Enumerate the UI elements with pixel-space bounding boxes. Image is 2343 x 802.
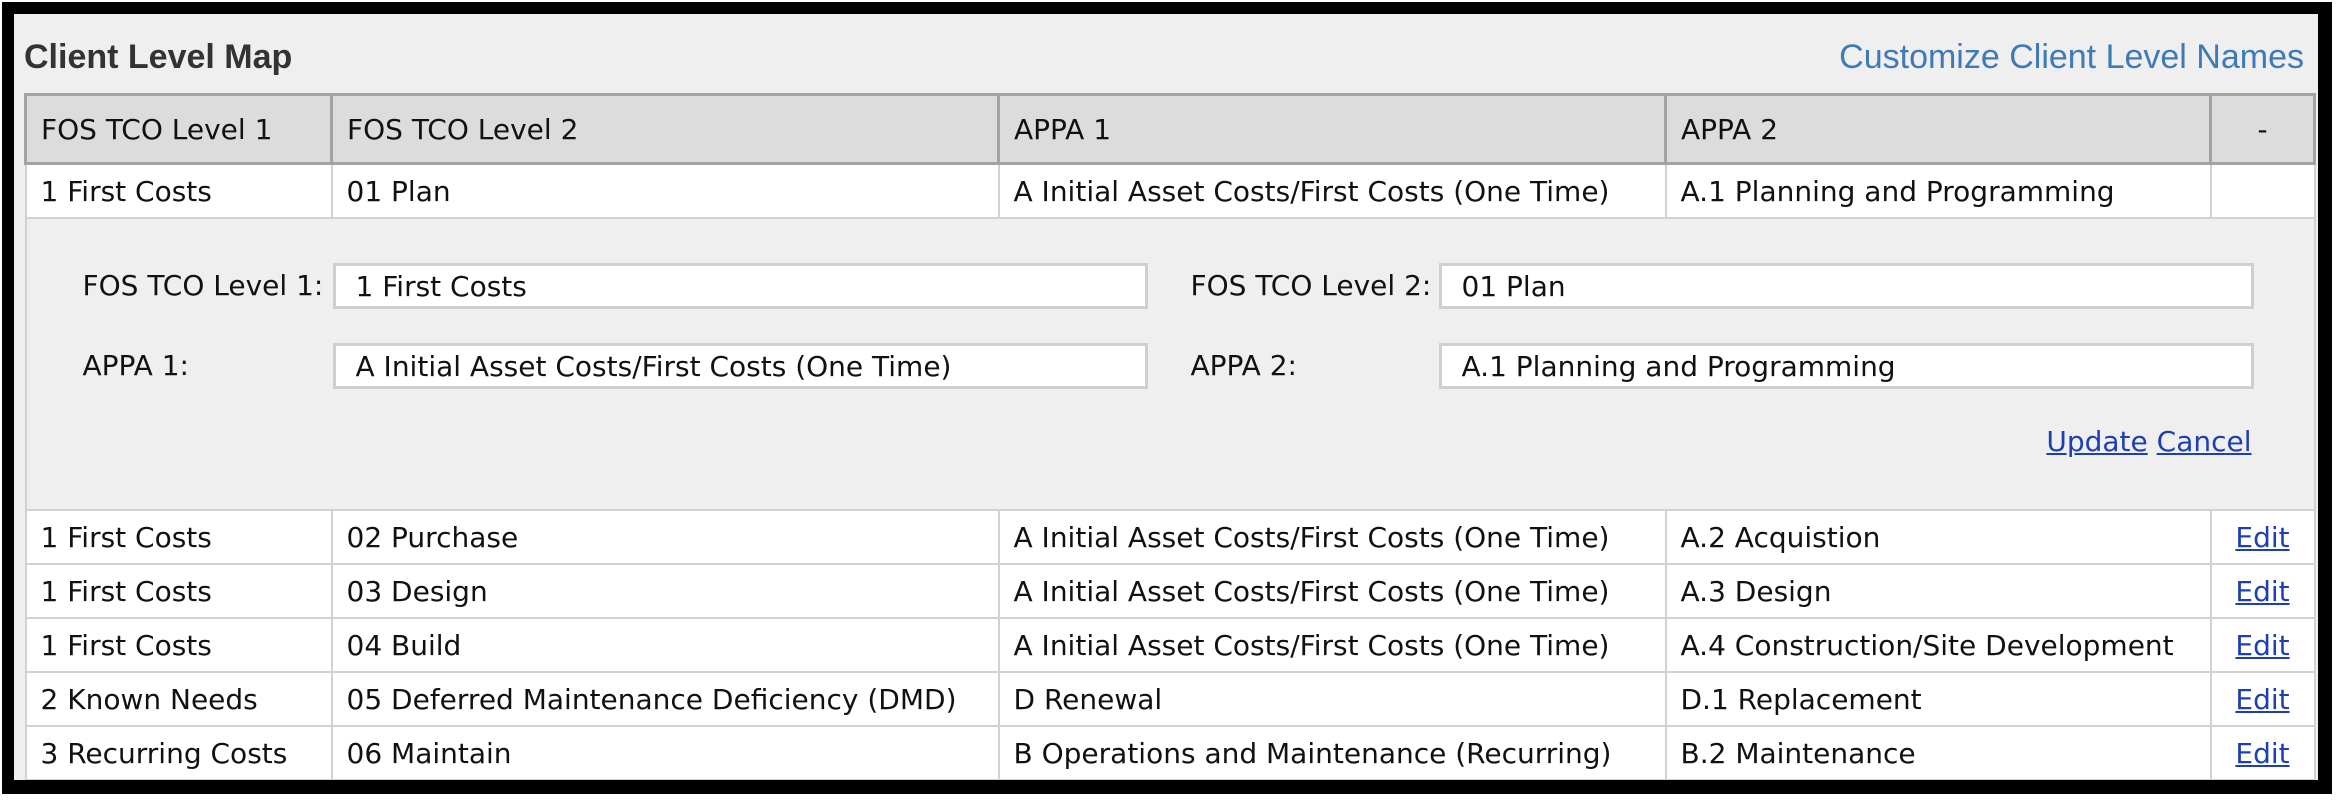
client-level-map-panel: Client Level Map Customize Client Level … xyxy=(2,2,2332,794)
cell-appa1: A Initial Asset Costs/First Costs (One T… xyxy=(997,617,1667,673)
table-row: 3 Recurring Costs 06 Maintain B Operatio… xyxy=(24,725,2316,780)
cell-level1: 1 First Costs xyxy=(24,563,333,619)
cell-level2: 02 Purchase xyxy=(330,509,1000,565)
cell-level2: 03 Design xyxy=(330,563,1000,619)
cell-action: Edit xyxy=(2209,617,2316,673)
table-row-editing: 1 First Costs 01 Plan A Initial Asset Co… xyxy=(24,162,2316,219)
page-title: Client Level Map xyxy=(24,38,293,76)
appa-1-label: APPA 1: xyxy=(82,349,189,382)
column-header-fos-tco-level-2: FOS TCO Level 2 xyxy=(330,93,1000,165)
update-link[interactable]: Update xyxy=(2046,425,2147,458)
cell-level2: 05 Deferred Maintenance Deficiency (DMD) xyxy=(330,671,1000,727)
edit-link[interactable]: Edit xyxy=(2235,521,2289,554)
table-row: 1 First Costs 02 Purchase A Initial Asse… xyxy=(24,509,2316,565)
edit-form-cell: FOS TCO Level 1: FOS TCO Level 2: APPA 1… xyxy=(24,217,2316,511)
cell-action: Edit xyxy=(2209,725,2316,780)
cell-level1: 1 First Costs xyxy=(24,162,333,219)
cell-appa1: A Initial Asset Costs/First Costs (One T… xyxy=(997,162,1667,219)
client-level-map-table: FOS TCO Level 1 FOS TCO Level 2 APPA 1 A… xyxy=(24,93,2316,780)
cell-level1: 2 Known Needs xyxy=(24,671,333,727)
cell-appa1: A Initial Asset Costs/First Costs (One T… xyxy=(997,509,1667,565)
column-header-appa-1: APPA 1 xyxy=(997,93,1667,165)
table-row: 1 First Costs 04 Build A Initial Asset C… xyxy=(24,617,2316,673)
column-header-appa-2: APPA 2 xyxy=(1664,93,2212,165)
cell-action: Edit xyxy=(2209,671,2316,727)
cell-level1: 3 Recurring Costs xyxy=(24,725,333,780)
table-row: 1 First Costs 03 Design A Initial Asset … xyxy=(24,563,2316,619)
cell-action: Edit xyxy=(2209,509,2316,565)
cell-level2: 01 Plan xyxy=(330,162,1000,219)
edit-form-row: FOS TCO Level 1: FOS TCO Level 2: APPA 1… xyxy=(24,217,2316,511)
column-header-actions: - xyxy=(2209,93,2316,165)
table-row: 2 Known Needs 05 Deferred Maintenance De… xyxy=(24,671,2316,727)
appa-1-input[interactable] xyxy=(332,343,1148,389)
cancel-link[interactable]: Cancel xyxy=(2157,425,2252,458)
cell-level2: 06 Maintain xyxy=(330,725,1000,780)
cell-level1: 1 First Costs xyxy=(24,509,333,565)
cell-appa1: A Initial Asset Costs/First Costs (One T… xyxy=(997,563,1667,619)
cell-action xyxy=(2209,162,2316,219)
cell-appa2: B.2 Maintenance xyxy=(1664,725,2212,780)
form-actions: Update Cancel xyxy=(2046,425,2251,458)
edit-link[interactable]: Edit xyxy=(2235,737,2289,770)
cell-level1: 1 First Costs xyxy=(24,617,333,673)
cell-appa2: A.4 Construction/Site Development xyxy=(1664,617,2212,673)
cell-appa2: D.1 Replacement xyxy=(1664,671,2212,727)
column-header-fos-tco-level-1: FOS TCO Level 1 xyxy=(24,93,333,165)
appa-2-label: APPA 2: xyxy=(1190,349,1297,382)
cell-action: Edit xyxy=(2209,563,2316,619)
edit-link[interactable]: Edit xyxy=(2235,629,2289,662)
fos-tco-level-1-input[interactable] xyxy=(332,263,1148,309)
cell-appa2: A.1 Planning and Programming xyxy=(1664,162,2212,219)
fos-tco-level-1-label: FOS TCO Level 1: xyxy=(82,269,324,302)
edit-link[interactable]: Edit xyxy=(2235,575,2289,608)
edit-form: FOS TCO Level 1: FOS TCO Level 2: APPA 1… xyxy=(28,220,2313,508)
table-header-row: FOS TCO Level 1 FOS TCO Level 2 APPA 1 A… xyxy=(24,93,2316,165)
customize-client-level-names-link[interactable]: Customize Client Level Names xyxy=(1839,38,2304,77)
cell-appa1: B Operations and Maintenance (Recurring) xyxy=(997,725,1667,780)
appa-2-input[interactable] xyxy=(1438,343,2254,389)
edit-link[interactable]: Edit xyxy=(2235,683,2289,716)
fos-tco-level-2-input[interactable] xyxy=(1438,263,2254,309)
cell-appa1: D Renewal xyxy=(997,671,1667,727)
cell-appa2: A.2 Acquistion xyxy=(1664,509,2212,565)
fos-tco-level-2-label: FOS TCO Level 2: xyxy=(1190,269,1432,302)
cell-level2: 04 Build xyxy=(330,617,1000,673)
cell-appa2: A.3 Design xyxy=(1664,563,2212,619)
